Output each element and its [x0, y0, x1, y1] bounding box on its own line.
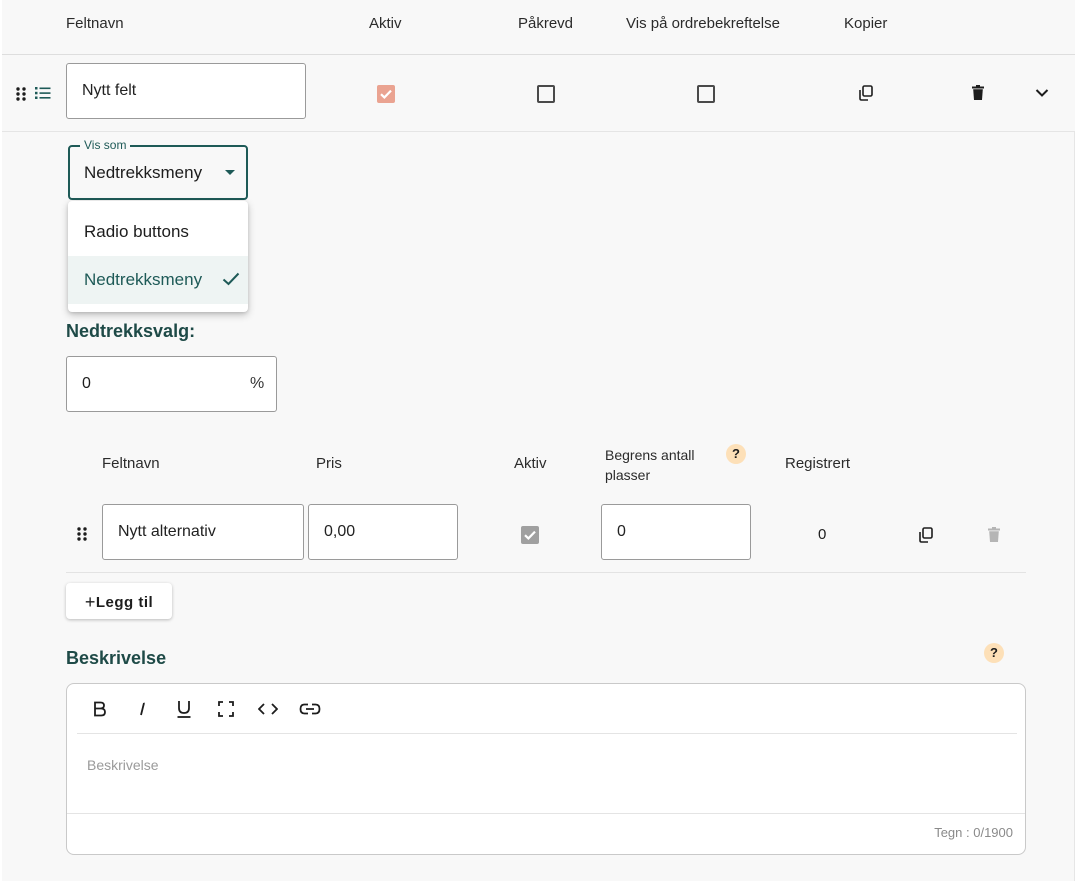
menu-item-label: Radio buttons	[84, 222, 189, 241]
caret-down-icon[interactable]	[225, 170, 235, 175]
display-as-menu: Radio buttons Nedtrekksmeny	[68, 201, 248, 312]
drag-handle-icon[interactable]	[77, 527, 87, 541]
option-limit-input[interactable]	[601, 504, 751, 560]
option-header-price: Pris	[316, 455, 342, 472]
option-header-limit: Begrens antall plasser	[605, 447, 695, 483]
option-divider	[66, 572, 1026, 573]
field-table-header: Feltnavn Aktiv Påkrevd Vis på ordrebekre…	[2, 0, 1075, 55]
plus-icon: +	[84, 591, 96, 612]
option-registered-value: 0	[818, 526, 827, 543]
code-icon[interactable]	[253, 696, 283, 722]
field-name-input[interactable]	[66, 63, 306, 119]
header-feltnavn: Feltnavn	[66, 15, 124, 32]
field-editor-panel: Feltnavn Aktiv Påkrevd Vis på ordrebekre…	[2, 0, 1075, 881]
option-header-registered: Registrert	[785, 455, 851, 472]
menu-item-radio-buttons[interactable]: Radio buttons	[68, 208, 248, 256]
trash-icon[interactable]	[972, 85, 984, 100]
bold-icon[interactable]	[85, 696, 115, 722]
description-title: Beskrivelse	[66, 648, 167, 668]
option-header-name: Feltnavn	[102, 455, 160, 472]
toolbar-divider	[77, 733, 1017, 734]
editor-footer-divider	[67, 813, 1025, 814]
add-option-label: Legg til	[95, 593, 154, 611]
checkbox-checked-icon	[377, 85, 395, 103]
add-option-button[interactable]: +Legg til	[66, 583, 172, 619]
percent-value: 0	[82, 375, 91, 392]
field-row	[2, 55, 1075, 132]
check-icon	[222, 272, 240, 286]
header-aktiv: Aktiv	[369, 15, 402, 32]
aktiv-checkbox[interactable]	[377, 85, 395, 103]
option-active-checkbox[interactable]	[521, 526, 539, 544]
fullscreen-icon[interactable]	[211, 696, 241, 722]
option-name-input[interactable]	[102, 504, 304, 560]
dropdown-choices-title: Nedtrekksvalg:	[66, 321, 196, 341]
drag-handle-icon[interactable]	[16, 87, 26, 101]
option-price-input[interactable]	[308, 504, 458, 560]
list-icon	[35, 87, 51, 99]
header-kopier: Kopier	[844, 15, 888, 32]
pakrevd-checkbox[interactable]	[537, 85, 555, 103]
copy-icon[interactable]	[859, 85, 873, 101]
vis-pa-ordre-checkbox[interactable]	[697, 85, 715, 103]
percent-input[interactable]: 0 %	[66, 356, 277, 412]
link-icon[interactable]	[295, 696, 325, 722]
trash-icon[interactable]	[988, 527, 1000, 542]
option-header-active: Aktiv	[514, 455, 547, 472]
description-placeholder[interactable]: Beskrivelse	[87, 757, 159, 773]
copy-icon[interactable]	[919, 527, 933, 543]
display-as-legend: Vis som	[80, 138, 131, 152]
help-icon[interactable]: ?	[984, 643, 1004, 663]
description-editor: Beskrivelse Tegn : 0/1900	[66, 683, 1026, 855]
chevron-down-icon[interactable]	[1035, 88, 1049, 98]
display-as-value[interactable]: Nedtrekksmeny	[84, 163, 202, 183]
checkbox-checked-icon	[521, 526, 539, 544]
percent-unit: %	[250, 375, 265, 392]
italic-icon[interactable]	[127, 696, 157, 722]
menu-item-label: Nedtrekksmeny	[84, 270, 203, 289]
character-counter: Tegn : 0/1900	[934, 825, 1013, 840]
underline-icon[interactable]	[169, 696, 199, 722]
header-pakrevd: Påkrevd	[518, 15, 574, 32]
menu-item-nedtrekksmeny[interactable]: Nedtrekksmeny	[68, 256, 248, 304]
header-vis-pa-ordrebekreftelse: Vis på ordrebekreftelse	[626, 15, 780, 32]
help-icon[interactable]: ?	[726, 444, 746, 464]
